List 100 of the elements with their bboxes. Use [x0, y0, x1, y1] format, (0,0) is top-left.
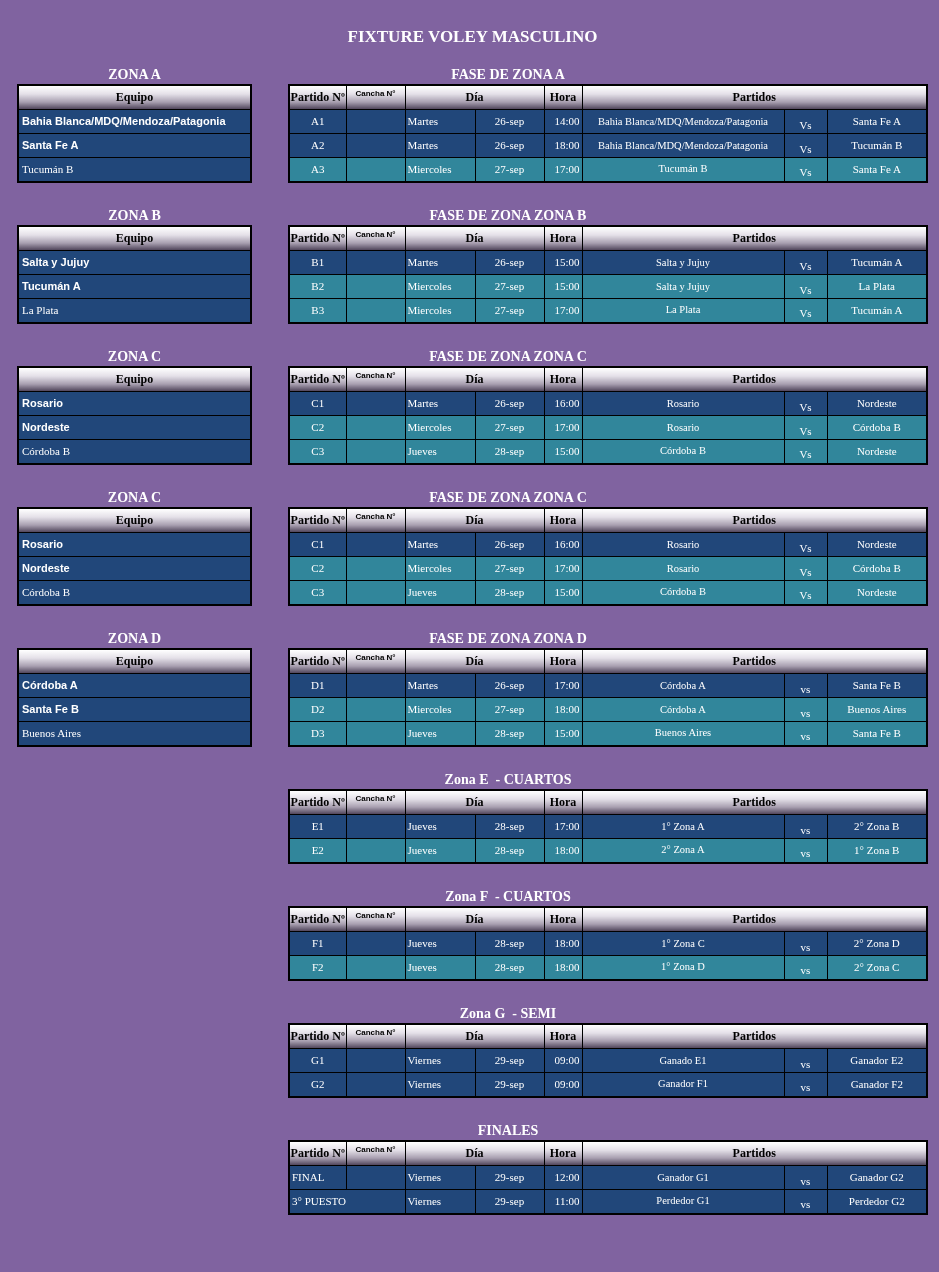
column-header: Cancha N° — [346, 366, 405, 392]
section-title: ZONA C — [107, 488, 162, 507]
table-cell — [346, 697, 405, 722]
table-cell: C1 — [289, 391, 346, 416]
column-header: Partidos — [582, 225, 928, 251]
table-cell: Jueves — [405, 721, 475, 746]
table-cell: Miercoles — [405, 556, 475, 581]
column-header: Partidos — [582, 648, 928, 674]
column-header: Partido Nº — [289, 906, 346, 932]
table-cell: Jueves — [405, 955, 475, 980]
table-cell: vs — [784, 931, 827, 956]
column-header: Partido Nº — [289, 366, 346, 392]
column-header: Hora — [544, 1140, 582, 1166]
section-title: ZONA B — [108, 206, 161, 225]
table-cell: Rosario — [582, 415, 784, 440]
section-title: FASE DE ZONA ZONA D — [429, 629, 587, 648]
table-cell: D2 — [289, 697, 346, 722]
column-header: Cancha N° — [346, 225, 405, 251]
table-cell: F1 — [289, 931, 346, 956]
table-cell: Córdoba A — [582, 697, 784, 722]
table-cell: Martes — [405, 391, 475, 416]
table-cell: Vs — [784, 532, 827, 557]
column-header: Partidos — [582, 1140, 928, 1166]
column-header: Cancha N° — [346, 1140, 405, 1166]
table-cell: Martes — [405, 133, 475, 158]
table-cell: Córdoba A — [582, 673, 784, 698]
table-cell: 3° PUESTO — [289, 1189, 405, 1214]
table-cell: 15:00 — [544, 250, 582, 275]
table-cell: Vs — [784, 274, 827, 299]
column-header: Día — [405, 789, 544, 815]
table-cell: 16:00 — [544, 391, 582, 416]
column-header: Día — [405, 366, 544, 392]
table-cell: Rosario — [582, 391, 784, 416]
table-cell: Miercoles — [405, 298, 475, 323]
column-header: Partido Nº — [289, 1140, 346, 1166]
column-header: Día — [405, 225, 544, 251]
column-header: Equipo — [18, 84, 251, 110]
table-cell: 17:00 — [544, 556, 582, 581]
table-cell: Jueves — [405, 439, 475, 464]
column-header: Partido Nº — [289, 225, 346, 251]
table-cell — [346, 391, 405, 416]
table-cell: Miercoles — [405, 697, 475, 722]
column-header: Hora — [544, 1023, 582, 1049]
table-cell: Jueves — [405, 838, 475, 863]
table-cell: Ganador G1 — [582, 1165, 784, 1190]
table-cell: 26-sep — [475, 673, 544, 698]
table-cell: Martes — [405, 673, 475, 698]
table-cell: Martes — [405, 109, 475, 134]
table-cell: 26-sep — [475, 133, 544, 158]
table-cell: Ganado E1 — [582, 1048, 784, 1073]
table-cell — [346, 532, 405, 557]
table-cell: Bahia Blanca/MDQ/Mendoza/Patagonia — [582, 133, 784, 158]
column-header: Día — [405, 507, 544, 533]
column-header: Equipo — [18, 648, 251, 674]
column-header: Cancha N° — [346, 789, 405, 815]
table-cell: Viernes — [405, 1189, 475, 1214]
column-header: Cancha N° — [346, 1023, 405, 1049]
table-cell: 09:00 — [544, 1048, 582, 1073]
table-cell: E1 — [289, 814, 346, 839]
table-cell: Salta y Jujuy — [582, 250, 784, 275]
table-cell: Miercoles — [405, 415, 475, 440]
table-cell: FINAL — [289, 1165, 346, 1190]
table-cell: 27-sep — [475, 274, 544, 299]
table-cell: 26-sep — [475, 250, 544, 275]
column-header: Día — [405, 906, 544, 932]
table-cell: vs — [784, 697, 827, 722]
column-header: Equipo — [18, 366, 251, 392]
table-cell — [346, 415, 405, 440]
table-cell: 27-sep — [475, 415, 544, 440]
table-cell — [346, 556, 405, 581]
table-cell: 12:00 — [544, 1165, 582, 1190]
table-cell: G1 — [289, 1048, 346, 1073]
column-header: Hora — [544, 648, 582, 674]
table-cell: 29-sep — [475, 1165, 544, 1190]
table-cell: Martes — [405, 250, 475, 275]
column-header: Partidos — [582, 507, 928, 533]
column-header: Partidos — [582, 789, 928, 815]
table-cell: Jueves — [405, 814, 475, 839]
table-cell: 17:00 — [544, 673, 582, 698]
table-cell: vs — [784, 673, 827, 698]
column-header: Hora — [544, 906, 582, 932]
table-cell: Miercoles — [405, 157, 475, 182]
column-header: Hora — [544, 507, 582, 533]
table-cell: 27-sep — [475, 697, 544, 722]
section-title: FASE DE ZONA ZONA C — [429, 347, 587, 366]
column-header: Hora — [544, 84, 582, 110]
table-cell: Salta y Jujuy — [582, 274, 784, 299]
column-header: Partido Nº — [289, 507, 346, 533]
column-header: Partido Nº — [289, 1023, 346, 1049]
column-header: Partidos — [582, 1023, 928, 1049]
column-header: Hora — [544, 366, 582, 392]
column-header: Hora — [544, 789, 582, 815]
table-cell: B1 — [289, 250, 346, 275]
table-cell — [346, 133, 405, 158]
column-header: Día — [405, 1023, 544, 1049]
table-cell: Rosario — [582, 556, 784, 581]
page-title: FIXTURE VOLEY MASCULINO — [347, 26, 598, 48]
column-header: Día — [405, 84, 544, 110]
table-cell — [346, 1165, 405, 1190]
table-cell: D1 — [289, 673, 346, 698]
